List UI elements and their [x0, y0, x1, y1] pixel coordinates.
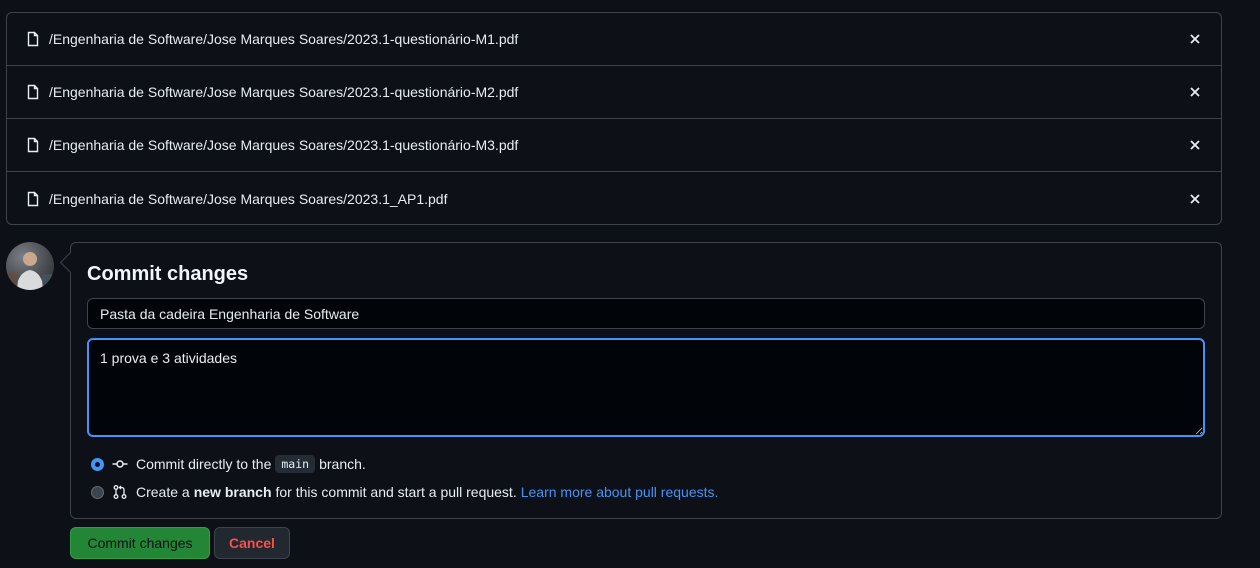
commit-panel: Commit changes 1 prova e 3 atividades Co…: [70, 242, 1222, 519]
branch-name: main: [275, 455, 316, 473]
git-commit-icon: [112, 456, 128, 472]
commit-description-input[interactable]: 1 prova e 3 atividades: [87, 338, 1205, 437]
remove-file-button[interactable]: [1187, 137, 1203, 153]
file-icon: [25, 137, 41, 153]
x-icon: [1190, 87, 1200, 97]
file-row: /Engenharia de Software/Jose Marques Soa…: [7, 13, 1221, 66]
git-pull-request-icon: [112, 484, 128, 500]
remove-file-button[interactable]: [1187, 191, 1203, 207]
file-path: /Engenharia de Software/Jose Marques Soa…: [49, 31, 519, 47]
file-icon: [25, 31, 41, 47]
avatar[interactable]: [6, 242, 54, 290]
x-icon: [1190, 193, 1200, 204]
new-branch-option[interactable]: Create a new branch for this commit and …: [91, 484, 718, 500]
x-icon: [1190, 140, 1200, 150]
commit-direct-option[interactable]: Commit directly to the main branch.: [91, 455, 366, 473]
option-text: branch.: [319, 456, 366, 472]
option-bold-text: new branch: [193, 484, 272, 500]
new-branch-radio[interactable]: [91, 485, 104, 499]
commit-summary-input[interactable]: [87, 298, 1205, 329]
file-path: /Engenharia de Software/Jose Marques Soa…: [49, 84, 519, 100]
commit-direct-radio[interactable]: [91, 457, 104, 471]
commit-title: Commit changes: [87, 263, 249, 285]
commit-changes-button[interactable]: Commit changes: [70, 527, 210, 559]
file-icon: [25, 84, 41, 100]
cancel-button[interactable]: Cancel: [214, 527, 290, 559]
file-row: /Engenharia de Software/Jose Marques Soa…: [7, 66, 1221, 119]
file-icon: [25, 191, 41, 207]
x-icon: [1190, 34, 1200, 44]
option-text: Commit directly to the: [136, 456, 272, 472]
file-row: /Engenharia de Software/Jose Marques Soa…: [7, 172, 1221, 224]
remove-file-button[interactable]: [1187, 84, 1203, 100]
file-row: /Engenharia de Software/Jose Marques Soa…: [7, 119, 1221, 172]
file-path: /Engenharia de Software/Jose Marques Soa…: [49, 137, 519, 153]
learn-more-link[interactable]: Learn more about pull requests.: [521, 484, 719, 500]
remove-file-button[interactable]: [1187, 31, 1203, 47]
file-list: /Engenharia de Software/Jose Marques Soa…: [6, 12, 1222, 225]
option-text: Create a: [136, 484, 190, 500]
option-text: for this commit and start a pull request…: [275, 484, 517, 500]
file-path: /Engenharia de Software/Jose Marques Soa…: [49, 190, 448, 207]
